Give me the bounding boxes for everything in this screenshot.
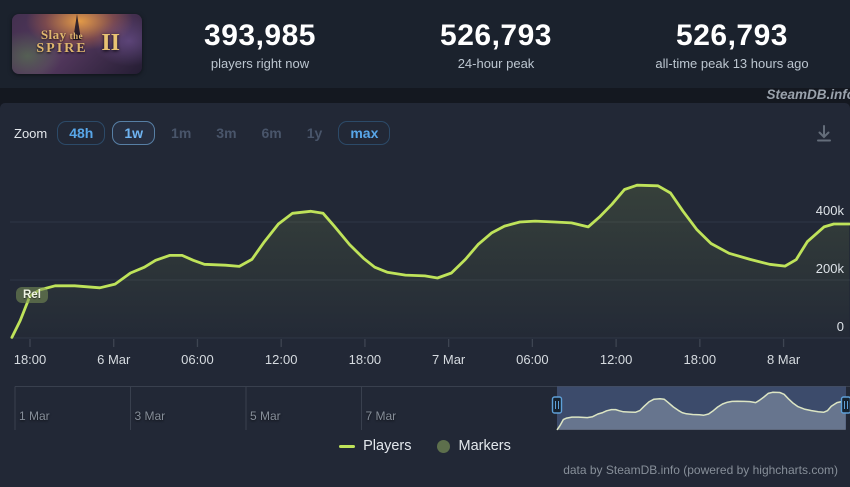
steamdb-watermark: SteamDB.info: [766, 88, 850, 102]
alltime-peak-value: 526,793: [676, 19, 788, 53]
players-line-swatch: [339, 445, 355, 448]
alltime-peak-label: all-time peak 13 hours ago: [655, 56, 808, 71]
game-logo: Slaythe SPIRE: [12, 28, 112, 56]
game-capsule-image[interactable]: Slaythe SPIRE II: [12, 14, 142, 74]
24h-peak-value: 526,793: [440, 19, 552, 53]
chart-credit: data by SteamDB.info (powered by highcha…: [563, 463, 838, 477]
steamdb-chart-page: Slaythe SPIRE II 393,985 players right n…: [0, 0, 850, 487]
game-logo-numeral: II: [101, 30, 120, 57]
legend-item-players[interactable]: Players: [339, 438, 411, 454]
legend-item-markers[interactable]: Markers: [437, 438, 510, 454]
stat-current-players: 393,985 players right now: [142, 0, 378, 88]
stat-24h-peak: 526,793 24-hour peak: [378, 0, 614, 88]
current-players-label: players right now: [211, 56, 309, 71]
stats-header: Slaythe SPIRE II 393,985 players right n…: [0, 0, 850, 88]
navigator-track[interactable]: [0, 386, 850, 433]
chart-legend: Players Markers: [0, 438, 850, 454]
markers-circle-swatch: [437, 440, 450, 453]
24h-peak-label: 24-hour peak: [458, 56, 535, 71]
current-players-value: 393,985: [204, 19, 316, 53]
plot-area[interactable]: [0, 153, 850, 398]
stat-alltime-peak: 526,793 all-time peak 13 hours ago: [614, 0, 850, 88]
player-stats: 393,985 players right now 526,793 24-hou…: [142, 0, 850, 88]
chart-panel: Zoom 48h1w1m3m6m1ymax: [0, 103, 850, 487]
watermark-strip: SteamDB.info: [0, 88, 850, 103]
